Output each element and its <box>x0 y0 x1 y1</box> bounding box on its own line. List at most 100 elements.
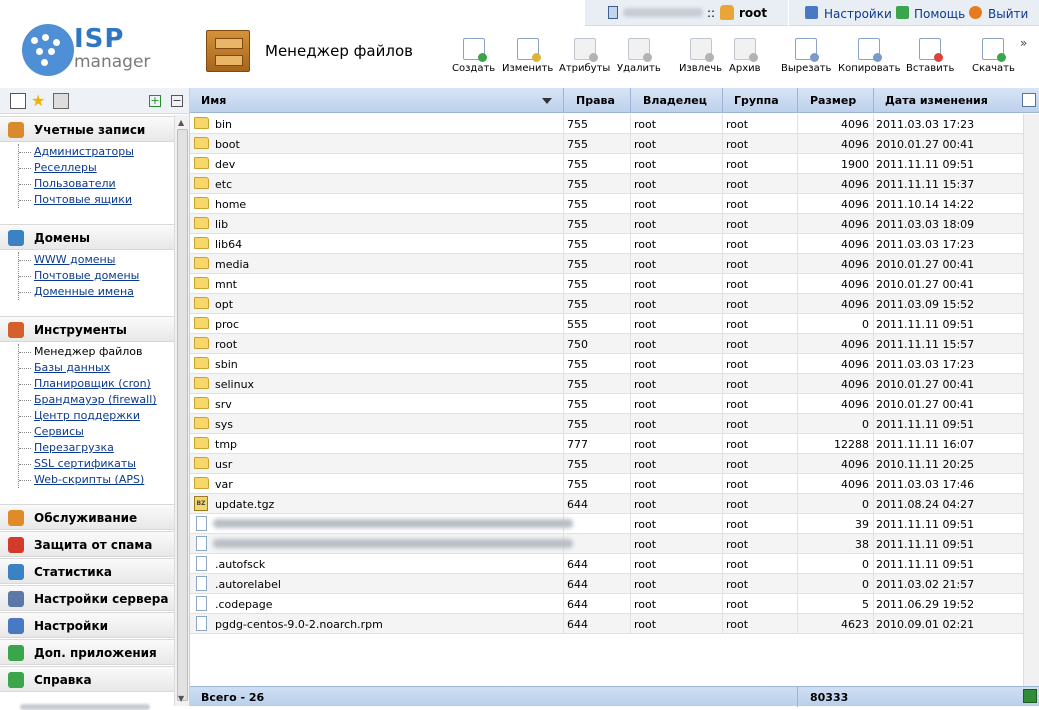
sidebar-section-accounts[interactable]: Учетные записи <box>0 116 174 142</box>
col-header-owner[interactable]: Владелец <box>643 94 707 107</box>
table-row[interactable]: sbin 755 root root 4096 2011.03.03 17:23 <box>190 354 1023 374</box>
sidebar-item[interactable]: Web-скрипты (APS) <box>19 472 168 488</box>
collapse-all-icon[interactable]: − <box>171 95 183 107</box>
grid-scrollbar[interactable] <box>1023 114 1039 686</box>
table-row[interactable]: var 755 root root 4096 2011.03.03 17:46 <box>190 474 1023 494</box>
toolbar-button-delete[interactable]: Удалить <box>617 38 661 78</box>
table-row[interactable]: proc 555 root root 0 2011.11.11 09:51 <box>190 314 1023 334</box>
toolbar-button-copy[interactable]: Копировать <box>838 38 900 78</box>
table-row[interactable]: etc 755 root root 4096 2011.11.11 15:37 <box>190 174 1023 194</box>
sidebar-item[interactable]: SSL сертификаты <box>19 456 168 472</box>
table-row[interactable]: .autorelabel 644 root root 0 2011.03.02 21:57 <box>190 574 1023 594</box>
sidebar-section-statistics[interactable]: Статистика <box>0 558 174 584</box>
sidebar-item[interactable]: Администраторы <box>19 144 168 160</box>
sidebar-item[interactable]: Базы данных <box>19 360 168 376</box>
toolbar-button-edit[interactable]: Изменить <box>502 38 553 78</box>
sidebar-section-tools[interactable]: Инструменты <box>0 316 174 342</box>
cell-modified: 2011.03.02 21:57 <box>876 578 975 591</box>
sidebar-scrollbar[interactable]: ▲ ▼ <box>174 115 189 706</box>
settings-icon[interactable] <box>805 6 818 19</box>
table-row[interactable]: selinux 755 root root 4096 2010.01.27 00:41 <box>190 374 1023 394</box>
col-header-size[interactable]: Размер <box>810 94 856 107</box>
sidebar-submenu: Менеджер файлов Базы данных Планировщик (c… <box>18 344 168 488</box>
sidebar-item[interactable]: Брандмауэр (firewall) <box>19 392 168 408</box>
sidebar-item[interactable]: Перезагрузка <box>19 440 168 456</box>
sidebar-item[interactable]: Реселлеры <box>19 160 168 176</box>
table-row[interactable]: mnt 755 root root 4096 2010.01.27 00:41 <box>190 274 1023 294</box>
sidebar-item[interactable]: Сервисы <box>19 424 168 440</box>
toolbar-button-archive[interactable]: Архив <box>729 38 761 78</box>
logout-icon[interactable] <box>969 6 982 19</box>
export-excel-icon[interactable] <box>1023 689 1037 703</box>
sidebar-section-server-settings[interactable]: Настройки сервера <box>0 585 174 611</box>
sidebar-section-settings[interactable]: Настройки <box>0 612 174 638</box>
top-link-help[interactable]: Помощь <box>914 7 965 21</box>
cell-group: root <box>726 598 749 611</box>
table-row[interactable]: lib64 755 root root 4096 2011.03.03 17:23 <box>190 234 1023 254</box>
sidebar-item[interactable]: Почтовые ящики <box>19 192 168 208</box>
sort-desc-icon[interactable] <box>542 98 552 104</box>
cell-name: proc <box>215 318 240 331</box>
top-link-logout[interactable]: Выйти <box>988 7 1028 21</box>
table-row[interactable]: root root 39 2011.11.11 09:51 <box>190 514 1023 534</box>
sidebar-section-title: Защита от спама <box>34 538 153 552</box>
sidebar-item[interactable]: Менеджер файлов <box>19 344 168 360</box>
table-row[interactable]: pgdg-centos-9.0-2.noarch.rpm 644 root root 4… <box>190 614 1023 634</box>
table-row[interactable]: BZ update.tgz 644 root root 0 2011.08.24 04:27 <box>190 494 1023 514</box>
sidebar-item[interactable]: Планировщик (cron) <box>19 376 168 392</box>
table-row[interactable]: boot 755 root root 4096 2010.01.27 00:41 <box>190 134 1023 154</box>
col-header-modified[interactable]: Дата изменения <box>885 94 988 107</box>
toolbar-button-paste[interactable]: Вставить <box>906 38 954 78</box>
table-row[interactable]: tmp 777 root root 12288 2011.11.11 16:07 <box>190 434 1023 454</box>
sidebar-scroll-thumb[interactable] <box>177 129 188 701</box>
toolbar-more-button[interactable]: » <box>1020 36 1027 50</box>
table-row[interactable]: media 755 root root 4096 2010.01.27 00:41 <box>190 254 1023 274</box>
table-row[interactable]: srv 755 root root 4096 2010.01.27 00:41 <box>190 394 1023 414</box>
table-row[interactable]: opt 755 root root 4096 2011.03.09 15:52 <box>190 294 1023 314</box>
table-row[interactable]: root root 38 2011.11.11 09:51 <box>190 534 1023 554</box>
table-row[interactable]: sys 755 root root 0 2011.11.11 09:51 <box>190 414 1023 434</box>
toolbar-button-extract[interactable]: Извлечь <box>679 38 722 78</box>
menu-view-icon[interactable] <box>10 93 26 109</box>
table-row[interactable]: usr 755 root root 4096 2010.11.11 20:25 <box>190 454 1023 474</box>
sidebar-section-domains[interactable]: Домены <box>0 224 174 250</box>
cell-size: 38 <box>855 538 869 551</box>
sidebar-section-maintenance[interactable]: Обслуживание <box>0 504 174 530</box>
toolbar-button-attributes[interactable]: Атрибуты <box>559 38 610 78</box>
table-row[interactable]: dev 755 root root 1900 2011.11.11 09:51 <box>190 154 1023 174</box>
toolbar-button-download[interactable]: Скачать <box>972 38 1015 78</box>
sidebar-item[interactable]: Почтовые домены <box>19 268 168 284</box>
sidebar-section-spam-protection[interactable]: Защита от спама <box>0 531 174 557</box>
folder-icon <box>194 317 209 329</box>
toolbar-button-cut[interactable]: Вырезать <box>781 38 831 78</box>
help-icon[interactable] <box>896 6 909 19</box>
col-header-name[interactable]: Имя <box>201 94 226 107</box>
top-link-settings[interactable]: Настройки <box>824 7 892 21</box>
table-row[interactable]: lib 755 root root 4096 2011.03.03 18:09 <box>190 214 1023 234</box>
table-row[interactable]: .autofsck 644 root root 0 2011.11.11 09:51 <box>190 554 1023 574</box>
table-row[interactable]: bin 755 root root 4096 2011.03.03 17:23 <box>190 114 1023 134</box>
column-settings-icon[interactable] <box>1022 93 1036 107</box>
isp-manager-logo[interactable]: ISP manager <box>22 24 162 76</box>
table-row[interactable]: home 755 root root 4096 2011.10.14 14:22 <box>190 194 1023 214</box>
sidebar-item[interactable]: Центр поддержки <box>19 408 168 424</box>
table-row[interactable]: .codepage 644 root root 5 2011.06.29 19:52 <box>190 594 1023 614</box>
col-header-permissions[interactable]: Права <box>576 94 615 107</box>
favorites-star-icon[interactable]: ★ <box>31 93 47 109</box>
toolbar-button-create[interactable]: Создать <box>452 38 495 78</box>
sidebar-item[interactable]: Пользователи <box>19 176 168 192</box>
sidebar-section-addons[interactable]: Доп. приложения <box>0 639 174 665</box>
col-header-group[interactable]: Группа <box>734 94 779 107</box>
cell-size: 0 <box>862 558 869 571</box>
cell-owner: root <box>634 558 657 571</box>
sidebar-item[interactable]: WWW домены <box>19 252 168 268</box>
briefcase-icon[interactable] <box>53 93 69 109</box>
expand-all-icon[interactable]: + <box>149 95 161 107</box>
sidebar-item[interactable]: Доменные имена <box>19 284 168 300</box>
cell-name: root <box>215 338 238 351</box>
scroll-up-icon[interactable]: ▲ <box>178 118 184 127</box>
cell-owner: root <box>634 478 657 491</box>
scroll-down-icon[interactable]: ▼ <box>178 694 184 703</box>
sidebar-section-help[interactable]: Справка <box>0 666 174 692</box>
table-row[interactable]: root 750 root root 4096 2011.11.11 15:57 <box>190 334 1023 354</box>
